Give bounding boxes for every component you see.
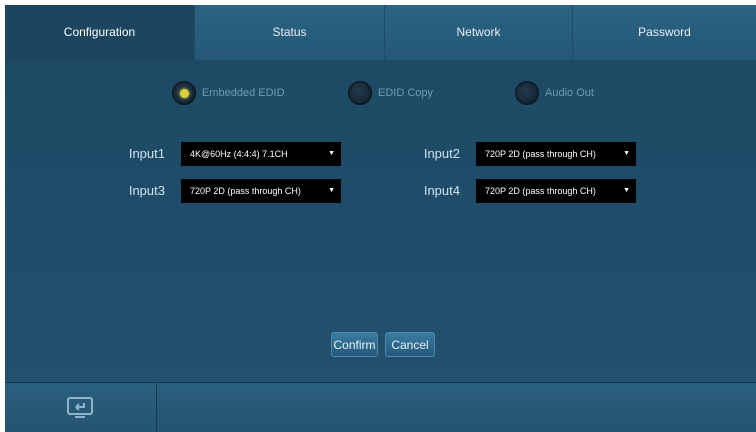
input2-select[interactable]: 720P 2D (pass through CH) ▼ xyxy=(476,142,636,166)
radio-indicator xyxy=(172,81,196,105)
configuration-panel: Embedded EDID EDID Copy Audio Out Input1… xyxy=(5,60,756,382)
cancel-button[interactable]: Cancel xyxy=(385,332,435,357)
radio-indicator xyxy=(348,81,372,105)
caret-down-icon: ▼ xyxy=(623,187,630,194)
bottom-bar xyxy=(5,382,756,432)
input4-value: 720P 2D (pass through CH) xyxy=(485,186,596,196)
radio-selected-dot xyxy=(179,88,189,98)
radio-embedded-edid[interactable]: Embedded EDID xyxy=(172,78,285,108)
tab-password[interactable]: Password xyxy=(573,5,756,60)
tab-bar: Configuration Status Network Password xyxy=(5,5,756,60)
radio-indicator xyxy=(515,81,539,105)
radio-audio-out[interactable]: Audio Out xyxy=(515,78,594,108)
input1-label: Input1 xyxy=(128,146,165,161)
screen-return-icon[interactable] xyxy=(66,396,94,420)
bottom-divider xyxy=(156,383,157,432)
caret-down-icon: ▼ xyxy=(623,150,630,157)
confirm-button[interactable]: Confirm xyxy=(331,332,378,357)
app-frame: Configuration Status Network Password Em… xyxy=(5,5,756,432)
input1-select[interactable]: 4K@60Hz (4:4:4) 7.1CH ▼ xyxy=(181,142,341,166)
radio-label: EDID Copy xyxy=(378,87,434,99)
input1-value: 4K@60Hz (4:4:4) 7.1CH xyxy=(190,149,288,159)
input4-select[interactable]: 720P 2D (pass through CH) ▼ xyxy=(476,179,636,203)
input2-label: Input2 xyxy=(423,146,460,161)
input3-value: 720P 2D (pass through CH) xyxy=(190,186,301,196)
input3-select[interactable]: 720P 2D (pass through CH) ▼ xyxy=(181,179,341,203)
caret-down-icon: ▼ xyxy=(328,187,335,194)
input4-label: Input4 xyxy=(423,183,460,198)
edid-mode-group: Embedded EDID EDID Copy Audio Out xyxy=(5,78,756,108)
caret-down-icon: ▼ xyxy=(328,150,335,157)
input2-value: 720P 2D (pass through CH) xyxy=(485,149,596,159)
input3-label: Input3 xyxy=(128,183,165,198)
radio-label: Audio Out xyxy=(545,87,594,99)
tab-configuration[interactable]: Configuration xyxy=(5,5,195,60)
radio-label: Embedded EDID xyxy=(202,87,285,99)
tab-network[interactable]: Network xyxy=(385,5,573,60)
radio-edid-copy[interactable]: EDID Copy xyxy=(348,78,433,108)
tab-status[interactable]: Status xyxy=(195,5,385,60)
